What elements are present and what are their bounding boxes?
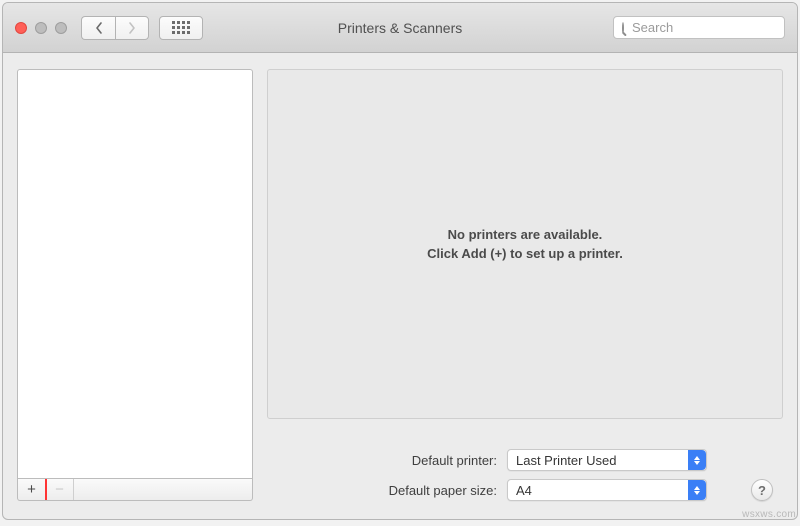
back-button[interactable] xyxy=(81,16,115,40)
window-toolbar: Printers & Scanners xyxy=(3,3,797,53)
watermark: wsxws.com xyxy=(742,509,796,520)
forward-button[interactable] xyxy=(115,16,149,40)
select-stepper-icon xyxy=(688,480,706,500)
show-all-button[interactable] xyxy=(159,16,203,40)
printers-list-footer: + − xyxy=(17,479,253,501)
close-window-button[interactable] xyxy=(15,22,27,34)
nav-back-forward xyxy=(81,16,149,40)
add-printer-button[interactable]: + xyxy=(18,479,46,500)
default-paper-size-label: Default paper size: xyxy=(267,483,497,498)
window-controls xyxy=(15,22,67,34)
empty-line-2: Click Add (+) to set up a printer. xyxy=(427,244,623,264)
chevron-left-icon xyxy=(95,22,103,34)
help-button[interactable]: ? xyxy=(751,479,773,501)
printers-sidebar: + − xyxy=(17,69,253,501)
chevron-right-icon xyxy=(128,22,136,34)
zoom-window-button[interactable] xyxy=(55,22,67,34)
printers-list[interactable] xyxy=(17,69,253,479)
search-icon xyxy=(622,22,624,34)
content-area: + − No printers are available. Click Add… xyxy=(3,53,797,519)
printer-detail-panel: No printers are available. Click Add (+)… xyxy=(267,69,783,501)
default-paper-size-select[interactable]: A4 xyxy=(507,479,707,501)
remove-printer-button[interactable]: − xyxy=(46,479,74,500)
search-input[interactable] xyxy=(630,19,798,36)
defaults-form: Default printer: Last Printer Used Defau… xyxy=(267,449,783,501)
default-printer-label: Default printer: xyxy=(267,453,497,468)
default-printer-value: Last Printer Used xyxy=(516,453,616,468)
empty-line-1: No printers are available. xyxy=(427,225,623,245)
preferences-window: Printers & Scanners + − No printers are … xyxy=(2,2,798,520)
minimize-window-button[interactable] xyxy=(35,22,47,34)
select-stepper-icon xyxy=(688,450,706,470)
no-printers-message: No printers are available. Click Add (+)… xyxy=(427,225,623,264)
default-printer-select[interactable]: Last Printer Used xyxy=(507,449,707,471)
detail-well: No printers are available. Click Add (+)… xyxy=(267,69,783,419)
default-paper-size-row: Default paper size: A4 ? xyxy=(267,479,773,501)
grid-icon xyxy=(172,21,190,34)
default-printer-row: Default printer: Last Printer Used xyxy=(267,449,773,471)
default-paper-size-value: A4 xyxy=(516,483,532,498)
search-field[interactable] xyxy=(613,16,785,39)
